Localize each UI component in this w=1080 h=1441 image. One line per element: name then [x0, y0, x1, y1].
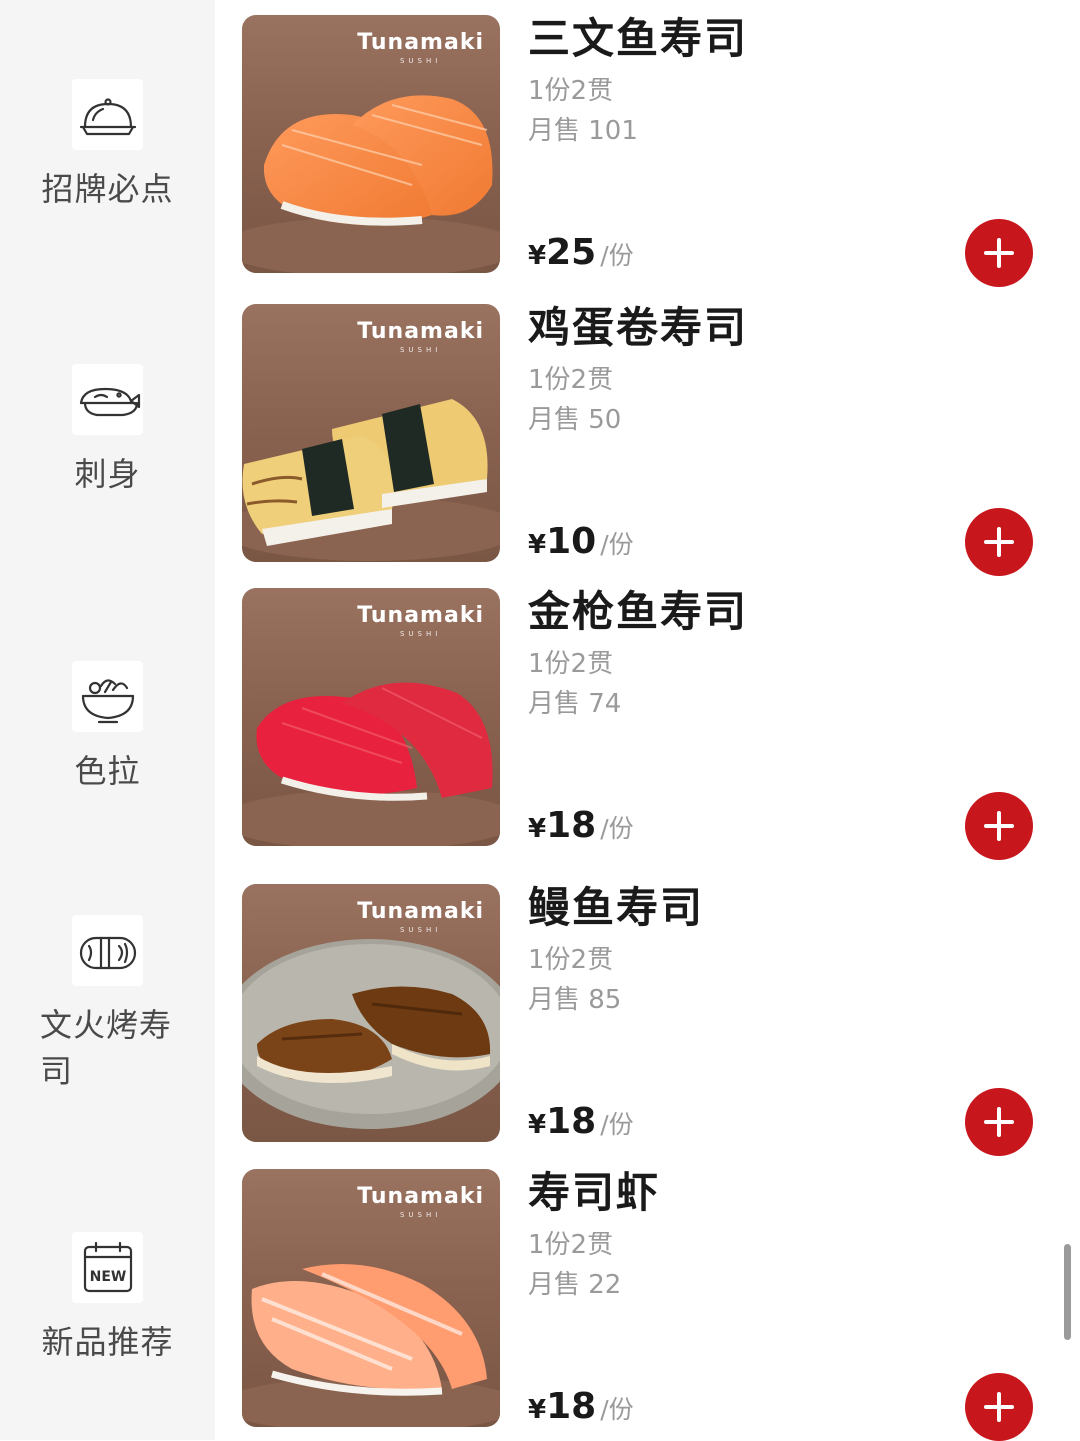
eel-sushi-image[interactable]: Tunamaki SUSHI [242, 884, 500, 1142]
product-price: ¥18/份 [528, 1100, 634, 1150]
price-unit: /份 [600, 1110, 634, 1139]
add-to-cart-button[interactable] [965, 792, 1033, 860]
product-name: 鸡蛋卷寿司 [528, 303, 749, 352]
fish-plate-icon [72, 364, 143, 435]
sushi-roll-icon [72, 915, 143, 986]
product-sales: 月售 50 [528, 405, 622, 435]
brand-name: Tunamaki [357, 603, 484, 628]
tuna-sushi-image[interactable]: Tunamaki SUSHI [242, 588, 500, 846]
product-name: 金枪鱼寿司 [528, 587, 749, 636]
product-spec: 1份2贯 [528, 365, 614, 395]
product-item[interactable]: Tunamaki SUSHI 三文鱼寿司 1份2贯 月售 101 ¥25/份 [215, 14, 1080, 287]
product-item[interactable]: Tunamaki SUSHI 金枪鱼寿司 1份2贯 月售 74 ¥18/份 [215, 587, 1080, 860]
category-sidebar: 招牌必点 刺身 色拉 文火烤寿司 NEW 新品推荐 [0, 0, 215, 1440]
price-unit: /份 [600, 530, 634, 559]
product-item[interactable]: Tunamaki SUSHI 鸡蛋卷寿司 1份2贯 月售 50 ¥10/份 [215, 303, 1080, 576]
product-item[interactable]: Tunamaki SUSHI 寿司虾 1份2贯 月售 22 ¥18/份 [215, 1168, 1080, 1441]
product-spec: 1份2贯 [528, 1230, 614, 1260]
add-to-cart-button[interactable] [965, 1373, 1033, 1441]
price-value: 18 [546, 1386, 597, 1427]
add-to-cart-button[interactable] [965, 219, 1033, 287]
brand-name: Tunamaki [357, 899, 484, 924]
category-label: 刺身 [74, 455, 141, 493]
brand-sub: SUSHI [399, 57, 442, 65]
product-sales: 月售 101 [528, 116, 638, 146]
brand-logo: Tunamaki SUSHI [357, 602, 484, 638]
category-label: 文火烤寿司 [40, 1006, 173, 1090]
product-sales: 月售 74 [528, 689, 622, 719]
new-calendar-icon: NEW [72, 1232, 143, 1303]
brand-logo: Tunamaki SUSHI [357, 318, 484, 354]
product-price: ¥18/份 [528, 1385, 634, 1435]
price-value: 25 [546, 232, 597, 273]
plus-icon [984, 811, 1014, 841]
product-item[interactable]: Tunamaki SUSHI 鳗鱼寿司 1份2贯 月售 85 ¥18/份 [215, 883, 1080, 1156]
product-sales: 月售 85 [528, 985, 622, 1015]
product-name: 三文鱼寿司 [528, 14, 749, 63]
scrollbar[interactable] [1064, 1244, 1071, 1340]
plus-icon [984, 1392, 1014, 1422]
add-to-cart-button[interactable] [965, 508, 1033, 576]
price-value: 10 [546, 521, 597, 562]
brand-logo: Tunamaki SUSHI [357, 1183, 484, 1219]
category-label: 色拉 [74, 752, 141, 790]
new-badge-text: NEW [89, 1269, 126, 1285]
price-unit: /份 [600, 241, 634, 270]
product-spec: 1份2贯 [528, 945, 614, 975]
salad-bowl-icon [72, 661, 143, 732]
price-unit: /份 [600, 814, 634, 843]
category-label: 招牌必点 [41, 170, 174, 208]
cloche-icon [72, 79, 143, 150]
product-sales: 月售 22 [528, 1270, 622, 1300]
add-to-cart-button[interactable] [965, 1088, 1033, 1156]
brand-logo: Tunamaki SUSHI [357, 898, 484, 934]
salmon-sushi-image[interactable]: Tunamaki SUSHI [242, 15, 500, 273]
currency-symbol: ¥ [528, 814, 547, 844]
brand-logo: Tunamaki SUSHI [357, 29, 484, 65]
plus-icon [984, 238, 1014, 268]
brand-sub: SUSHI [399, 1211, 442, 1219]
currency-symbol: ¥ [528, 530, 547, 560]
product-price: ¥18/份 [528, 804, 634, 854]
product-list: Tunamaki SUSHI 三文鱼寿司 1份2贯 月售 101 ¥25/份 T… [215, 0, 1080, 1441]
product-name: 寿司虾 [528, 1168, 661, 1217]
brand-sub: SUSHI [399, 346, 442, 354]
shrimp-sushi-image[interactable]: Tunamaki SUSHI [242, 1169, 500, 1427]
plus-icon [984, 1107, 1014, 1137]
egg-sushi-image[interactable]: Tunamaki SUSHI [242, 304, 500, 562]
brand-name: Tunamaki [357, 319, 484, 344]
brand-name: Tunamaki [357, 1184, 484, 1209]
product-name: 鳗鱼寿司 [528, 883, 705, 932]
currency-symbol: ¥ [528, 241, 547, 271]
product-price: ¥25/份 [528, 231, 634, 281]
currency-symbol: ¥ [528, 1110, 547, 1140]
brand-name: Tunamaki [357, 30, 484, 55]
product-spec: 1份2贯 [528, 76, 614, 106]
category-label: 新品推荐 [41, 1323, 174, 1361]
brand-sub: SUSHI [399, 630, 442, 638]
product-price: ¥10/份 [528, 520, 634, 570]
price-unit: /份 [600, 1395, 634, 1424]
price-value: 18 [546, 1101, 597, 1142]
product-spec: 1份2贯 [528, 649, 614, 679]
price-value: 18 [546, 805, 597, 846]
plus-icon [984, 527, 1014, 557]
currency-symbol: ¥ [528, 1395, 547, 1425]
brand-sub: SUSHI [399, 926, 442, 934]
